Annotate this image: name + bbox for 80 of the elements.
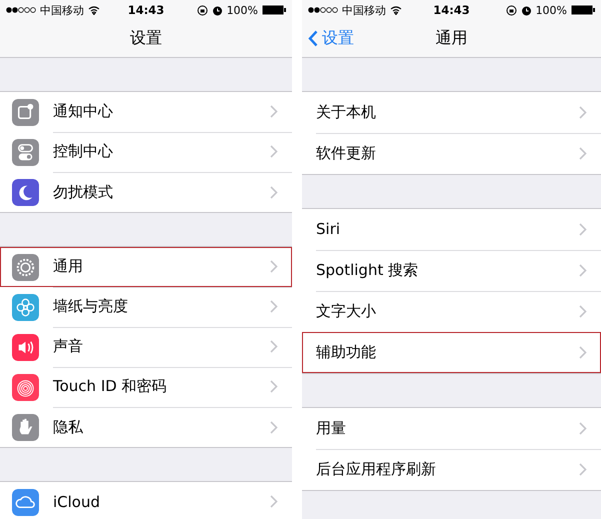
- settings-row[interactable]: Siri: [302, 209, 601, 250]
- chevron-icon: [579, 346, 587, 359]
- chevron-icon: [270, 105, 278, 118]
- settings-row[interactable]: 通用: [0, 247, 292, 287]
- chevron-icon: [579, 422, 587, 434]
- row-label: iCloud: [53, 492, 102, 510]
- row-label: 用量: [316, 418, 347, 438]
- row-label: Spotlight 搜索: [316, 260, 420, 280]
- carrier-name: 中国移动: [40, 2, 84, 18]
- signal-icon: [6, 7, 36, 13]
- chevron-icon: [270, 380, 278, 393]
- row-label: 后台应用程序刷新: [316, 460, 437, 479]
- row-label: Siri: [316, 220, 342, 238]
- row-label: 控制中心: [53, 142, 114, 161]
- settings-row[interactable]: iCloud: [0, 482, 292, 519]
- app-icon: [12, 178, 39, 206]
- settings-row[interactable]: 用量: [302, 408, 601, 449]
- app-icon: [12, 294, 39, 320]
- back-button[interactable]: 设置: [308, 20, 354, 57]
- chevron-icon: [270, 340, 278, 353]
- row-label: 墙纸与亮度: [53, 297, 129, 316]
- row-label: 关于本机: [316, 102, 377, 122]
- app-icon: [12, 98, 39, 126]
- chevron-icon: [579, 304, 587, 318]
- chevron-icon: [579, 264, 587, 276]
- chevron-icon: [579, 147, 587, 160]
- app-icon: [12, 374, 39, 400]
- chevron-icon: [579, 106, 587, 118]
- alarm-icon: [520, 4, 532, 16]
- wifi-icon: [88, 6, 100, 14]
- wifi-icon: [390, 6, 402, 14]
- rotation-lock-icon: [196, 4, 208, 16]
- settings-row[interactable]: 关于本机: [302, 92, 601, 133]
- row-label: 隐私: [53, 418, 84, 436]
- chevron-icon: [270, 420, 278, 434]
- rotation-lock-icon: [506, 4, 517, 16]
- settings-row[interactable]: 墙纸与亮度: [0, 287, 292, 327]
- row-label: Touch ID 和密码: [53, 377, 168, 396]
- row-label: 文字大小: [316, 302, 377, 320]
- row-label: 声音: [53, 337, 84, 356]
- settings-row[interactable]: 声音: [0, 327, 292, 367]
- row-label: 软件更新: [316, 144, 377, 163]
- settings-row[interactable]: 软件更新: [302, 133, 601, 174]
- settings-row[interactable]: Touch ID 和密码: [0, 367, 292, 407]
- app-icon: [12, 488, 39, 516]
- settings-row[interactable]: 后台应用程序刷新: [302, 449, 601, 490]
- nav-title: 设置: [130, 28, 162, 49]
- battery-percent: 100%: [226, 4, 258, 16]
- chevron-icon: [579, 463, 587, 476]
- settings-row[interactable]: 隐私: [0, 407, 292, 447]
- alarm-icon: [212, 4, 223, 16]
- settings-row[interactable]: 勿扰模式: [0, 172, 292, 212]
- carrier-name: 中国移动: [342, 2, 386, 18]
- signal-icon: [308, 7, 338, 13]
- status-time: 14:43: [433, 3, 470, 17]
- battery-icon: [571, 5, 596, 15]
- row-label: 辅助功能: [316, 343, 377, 362]
- settings-row[interactable]: Spotlight 搜索: [302, 250, 601, 291]
- app-icon: [12, 334, 39, 360]
- settings-row[interactable]: 辅助功能: [302, 332, 601, 373]
- chevron-icon: [270, 186, 278, 198]
- settings-row[interactable]: 控制中心: [0, 132, 292, 172]
- battery-percent: 100%: [536, 4, 568, 16]
- chevron-icon: [270, 145, 278, 158]
- app-icon: [12, 254, 39, 280]
- row-label: 通用: [53, 257, 84, 276]
- chevron-icon: [270, 300, 278, 313]
- row-label: 通知中心: [53, 102, 114, 121]
- settings-row[interactable]: 文字大小: [302, 291, 601, 332]
- status-time: 14:43: [128, 3, 164, 17]
- chevron-icon: [270, 260, 278, 273]
- app-icon: [12, 414, 39, 440]
- app-icon: [12, 138, 39, 166]
- chevron-icon: [579, 222, 587, 236]
- row-label: 勿扰模式: [53, 182, 114, 202]
- nav-title: 通用: [436, 28, 468, 49]
- back-chevron-icon: [308, 30, 318, 47]
- battery-icon: [262, 5, 286, 15]
- chevron-icon: [270, 495, 278, 508]
- settings-row[interactable]: 通知中心: [0, 92, 292, 132]
